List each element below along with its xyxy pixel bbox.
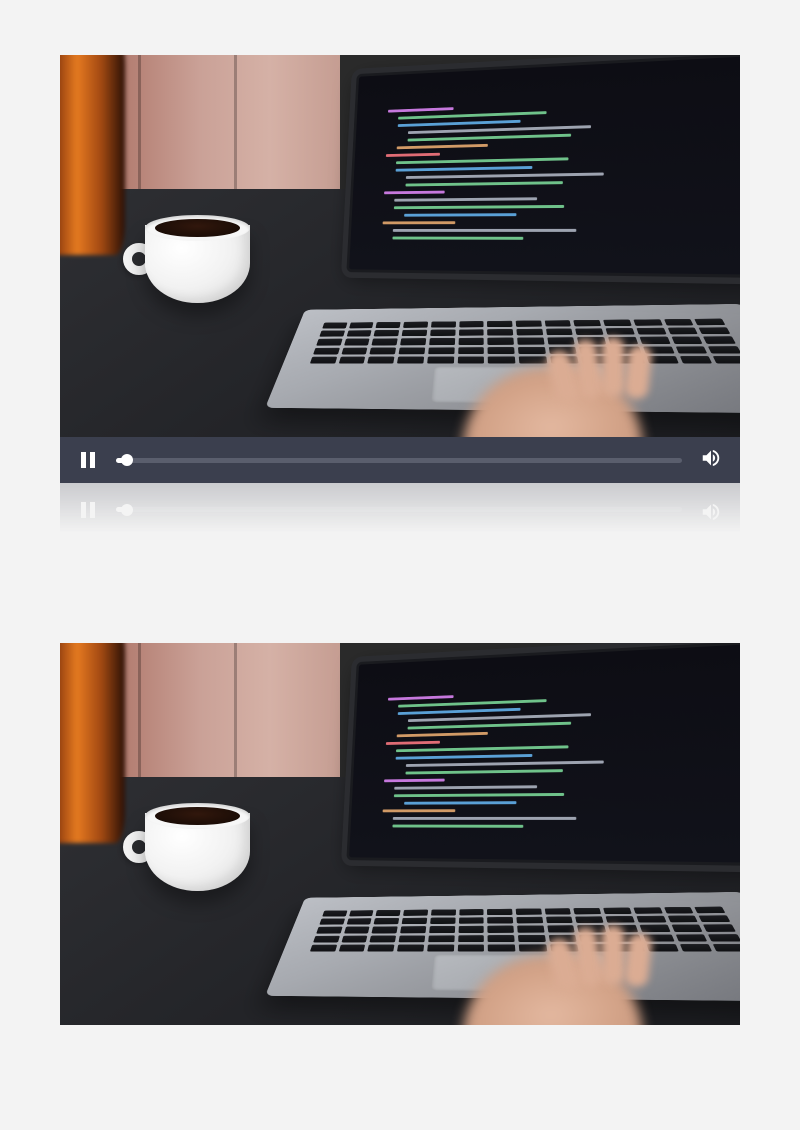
finger <box>601 337 625 397</box>
code-line <box>404 213 516 216</box>
code-line <box>404 801 516 804</box>
code-line <box>394 793 564 797</box>
code-line <box>394 197 537 201</box>
seek-bar[interactable] <box>116 458 682 463</box>
code-editor <box>382 97 713 241</box>
video-player-1 <box>60 55 740 533</box>
coffee-cup <box>145 225 260 320</box>
spacer <box>60 533 740 643</box>
video-controls <box>60 437 740 483</box>
code-line <box>408 125 591 134</box>
volume-high-icon <box>700 447 722 474</box>
code-line <box>394 785 537 789</box>
volume-button[interactable] <box>700 449 722 471</box>
laptop-screen <box>346 55 740 278</box>
code-line <box>408 134 571 142</box>
video-still-2 <box>60 643 740 1025</box>
code-line <box>393 817 577 820</box>
code-line <box>406 761 603 767</box>
video-viewport[interactable] <box>60 55 740 437</box>
code-line <box>396 745 568 752</box>
code-line <box>396 166 532 172</box>
amber-bottle <box>60 55 125 255</box>
code-line <box>392 237 523 240</box>
code-line <box>383 809 456 812</box>
code-line <box>408 713 591 722</box>
amber-bottle <box>60 643 125 843</box>
code-line <box>406 173 603 179</box>
code-line <box>393 229 577 232</box>
code-line <box>408 722 571 730</box>
code-line <box>405 181 562 186</box>
finger <box>601 925 625 985</box>
code-line <box>398 111 547 119</box>
code-line <box>383 221 456 224</box>
code-line <box>396 754 532 760</box>
pause-icon <box>81 452 95 468</box>
code-line <box>388 695 454 700</box>
coffee-cup <box>145 813 260 908</box>
keyboard <box>310 907 740 952</box>
pause-button[interactable] <box>78 450 98 470</box>
code-line <box>394 205 564 209</box>
code-editor <box>382 685 713 829</box>
code-line <box>388 107 454 112</box>
code-line <box>396 157 568 164</box>
code-line <box>398 699 547 707</box>
code-line <box>384 191 444 195</box>
code-line <box>384 779 444 783</box>
code-line <box>398 120 521 127</box>
code-line <box>397 144 489 149</box>
code-line <box>386 741 440 745</box>
player-reflection <box>60 483 740 533</box>
video-viewport <box>60 643 740 1025</box>
seek-thumb[interactable] <box>121 454 133 466</box>
code-line <box>405 769 562 774</box>
code-line <box>397 732 489 737</box>
laptop-screen <box>346 643 740 866</box>
code-line <box>392 825 523 828</box>
code-line <box>386 153 440 157</box>
page-root <box>0 0 800 1130</box>
code-line <box>398 708 521 715</box>
keyboard <box>310 319 740 364</box>
